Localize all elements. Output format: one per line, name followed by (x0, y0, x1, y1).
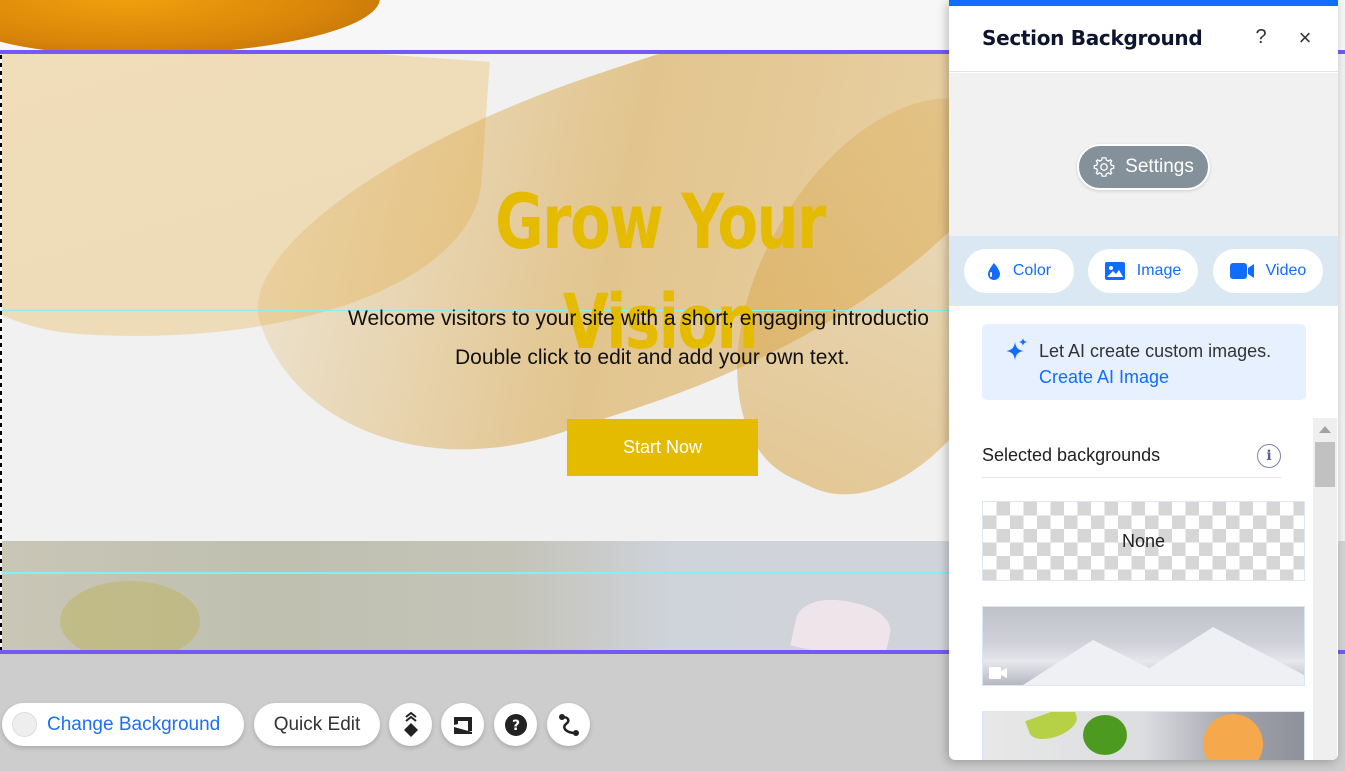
background-option-none[interactable]: None (982, 501, 1305, 581)
color-button[interactable]: Color (964, 249, 1074, 293)
background-preview: Settings (949, 73, 1338, 236)
video-badge-icon (989, 667, 1007, 679)
stretch-button[interactable] (441, 703, 484, 746)
quick-edit-button[interactable]: Quick Edit (254, 703, 380, 746)
drop-icon (987, 263, 1000, 280)
tree-foliage (60, 581, 200, 652)
animation-path-button[interactable] (547, 703, 590, 746)
blossom (790, 591, 895, 652)
background-option-citrus-image[interactable] (982, 711, 1305, 760)
scroll-up-arrow-icon[interactable] (1319, 426, 1331, 433)
sparkle-icon (1006, 338, 1027, 360)
help-button[interactable]: ? (494, 703, 537, 746)
ai-prompt-label: Let AI create custom images. (1039, 341, 1272, 361)
stretch-icon (453, 716, 472, 734)
video-button[interactable]: Video (1213, 249, 1323, 293)
color-label: Color (1012, 262, 1052, 279)
background-swatch-icon (12, 712, 37, 737)
create-ai-image-link[interactable]: Create AI Image (1039, 367, 1169, 387)
none-label: None (1121, 530, 1166, 551)
panel-close-icon[interactable]: × (1294, 25, 1316, 51)
guide-line (0, 572, 950, 574)
quick-edit-label: Quick Edit (273, 713, 361, 735)
scroll-thumb[interactable] (1315, 442, 1335, 487)
image-label: Image (1136, 262, 1182, 279)
orange (1203, 714, 1263, 760)
panel-help-icon[interactable]: ? (1251, 26, 1271, 49)
help-icon: ? (504, 713, 527, 736)
gear-icon (1093, 157, 1115, 177)
start-now-button[interactable]: Start Now (567, 419, 758, 476)
video-label: Video (1265, 262, 1307, 279)
background-option-mountain-video[interactable] (982, 606, 1305, 686)
silk-image-top (0, 0, 380, 55)
image-icon (1104, 262, 1125, 280)
arrange-icon (403, 711, 418, 737)
settings-label: Settings (1125, 156, 1194, 177)
leaf (1025, 712, 1081, 745)
lime (1083, 715, 1127, 755)
panel-title: Section Background (982, 26, 1203, 50)
section-left-edge (0, 55, 2, 650)
change-background-label: Change Background (47, 713, 221, 735)
settings-button[interactable]: Settings (1077, 144, 1210, 190)
ai-image-promo: Let AI create custom images. Create AI I… (982, 324, 1306, 400)
image-button[interactable]: Image (1088, 249, 1198, 293)
section-background-panel: Section Background ? × Settings Color Im… (949, 0, 1338, 760)
intro-text-line-1[interactable]: Welcome visitors to your site with a sho… (348, 307, 929, 331)
ai-prompt-text: Let AI create custom images. Create AI I… (1039, 338, 1289, 390)
mountain-peak (1123, 627, 1304, 685)
divider (982, 477, 1281, 478)
panel-scrollbar[interactable] (1313, 418, 1337, 760)
intro-text-line-2[interactable]: Double click to edit and add your own te… (455, 346, 850, 370)
svg-text:?: ? (511, 718, 519, 734)
change-background-button[interactable]: Change Background (2, 703, 244, 746)
info-icon[interactable]: i (1257, 444, 1281, 468)
panel-header: Section Background ? × (949, 6, 1338, 72)
animation-path-icon (558, 713, 579, 736)
arrange-button[interactable] (389, 703, 432, 746)
background-type-bar: Color Image Video (949, 236, 1338, 306)
selected-backgrounds-label: Selected backgrounds (982, 445, 1161, 465)
hero-headline[interactable]: Grow Your Vision (403, 172, 918, 372)
video-icon (1229, 263, 1254, 279)
